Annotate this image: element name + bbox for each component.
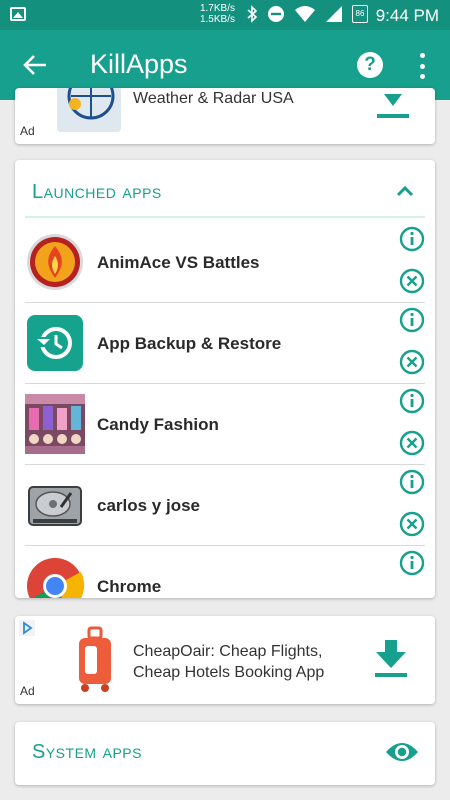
close-icon[interactable] (399, 511, 425, 537)
ad-banner-bottom[interactable]: CheapOair: Cheap Flights, Cheap Hotels B… (15, 616, 435, 704)
app-name: Candy Fashion (97, 415, 219, 434)
system-apps-card[interactable]: System apps (15, 722, 435, 785)
status-icons: 86 (246, 5, 368, 23)
list-item[interactable]: Candy Fashion (25, 384, 425, 465)
info-icon[interactable] (399, 388, 425, 414)
download-icon[interactable] (373, 638, 409, 678)
wifi-icon (295, 6, 315, 22)
luggage-icon (67, 624, 123, 696)
app-name: App Backup & Restore (97, 334, 282, 353)
help-icon[interactable]: ? (357, 52, 383, 78)
image-notification-icon (10, 7, 26, 21)
close-icon[interactable] (399, 430, 425, 456)
network-speed: 1.7KB/s 1.5KB/s (193, 3, 235, 25)
weather-globe-icon (67, 88, 115, 120)
chrome-app-icon (25, 556, 85, 598)
app-name: carlos y jose (97, 496, 201, 515)
back-arrow-icon[interactable] (22, 52, 48, 78)
status-bar: 1.7KB/s 1.5KB/s 86 9:44 PM (0, 0, 450, 30)
do-not-disturb-icon (268, 6, 284, 22)
ad-choices-icon[interactable] (19, 620, 35, 636)
ad-thumbnail (57, 88, 121, 132)
bluetooth-icon (247, 5, 258, 23)
close-icon[interactable] (399, 349, 425, 375)
ad-title: CheapOair: Cheap Flights, Cheap Hotels B… (133, 643, 325, 681)
info-icon[interactable] (399, 226, 425, 252)
ad-title: Weather & Radar USA (133, 90, 294, 107)
net-down-rate: 1.5KB/s (199, 14, 235, 25)
close-icon[interactable] (399, 268, 425, 294)
info-icon[interactable] (399, 307, 425, 333)
download-icon[interactable] (375, 90, 411, 120)
app-name: Chrome (97, 577, 162, 596)
system-apps-title[interactable]: System apps (32, 741, 142, 764)
battery-level: 86 (355, 9, 365, 18)
chevron-up-icon[interactable] (396, 185, 414, 197)
clock: 9:44 PM (375, 6, 439, 25)
app-name: AnimAce VS Battles (97, 253, 260, 272)
more-options-icon[interactable] (414, 53, 430, 79)
backup-restore-app-icon (25, 313, 85, 373)
animace-app-icon (25, 232, 85, 292)
section-divider (25, 216, 425, 218)
list-item[interactable]: carlos y jose (25, 465, 425, 546)
list-item[interactable]: AnimAce VS Battles (25, 222, 425, 303)
candy-fashion-app-icon (25, 394, 85, 454)
launched-apps-list[interactable]: AnimAce VS Battles App Backup & Restore (15, 222, 435, 598)
ad-label: Ad (20, 684, 35, 698)
eye-icon[interactable] (385, 740, 419, 764)
battery-icon: 86 (352, 5, 368, 23)
ad-label: Ad (20, 124, 35, 138)
launched-apps-card: Launched apps AnimAce VS Battles App Bac… (15, 160, 435, 598)
launched-apps-title[interactable]: Launched apps (32, 181, 162, 204)
list-item[interactable]: Chrome (25, 546, 425, 598)
net-up-rate: 1.7KB/s (199, 3, 235, 14)
hard-drive-app-icon (25, 475, 85, 535)
info-icon[interactable] (399, 469, 425, 495)
ad-banner-top[interactable]: Weather & Radar USA Ad (15, 88, 435, 144)
info-icon[interactable] (399, 550, 425, 576)
app-title: KillApps (90, 49, 188, 79)
list-item[interactable]: App Backup & Restore (25, 303, 425, 384)
signal-icon (326, 6, 342, 22)
